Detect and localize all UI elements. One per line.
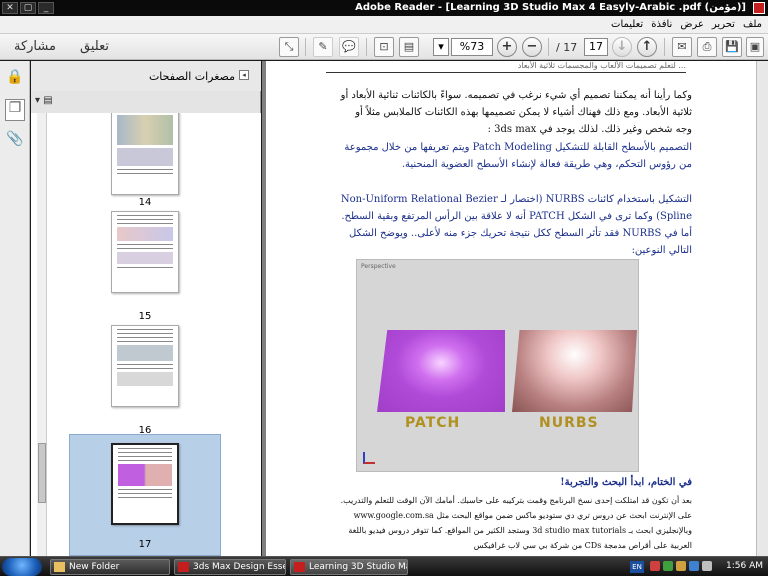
maximize-window-button[interactable]: ▢ <box>20 2 36 14</box>
thumbnails-list[interactable]: 14 15 16 17 <box>31 113 261 556</box>
panel-header: مصغرات الصفحات ◂ <box>31 61 261 91</box>
panel-options-icon[interactable]: ▾ ▤ <box>35 95 53 106</box>
zoom-dropdown-icon[interactable]: ▾ <box>433 38 449 56</box>
task-label: Learning 3D Studio Ma... <box>309 562 407 572</box>
save-icon[interactable]: 💾 <box>722 37 742 57</box>
window-controls: ✕ ▢ _ <box>2 2 54 14</box>
folder-icon <box>54 562 65 572</box>
thumbnail-number: 17 <box>138 539 152 550</box>
start-button[interactable] <box>2 558 42 576</box>
page-thumbnail[interactable] <box>111 113 179 195</box>
toolbar-separator <box>305 38 306 56</box>
share-button[interactable]: مشاركة <box>14 39 56 54</box>
sign-icon[interactable]: ✎ <box>313 37 333 57</box>
tray-app-icon[interactable] <box>676 561 686 571</box>
previous-page-icon[interactable]: ↑ <box>637 37 657 57</box>
email-icon[interactable]: ✉ <box>672 37 692 57</box>
toolbar-separator <box>366 38 367 56</box>
pdf-page: ... لتعلم تصميمات الألعاب والمجسمات ثلاث… <box>266 61 756 556</box>
print-icon[interactable]: ⎙ <box>697 37 717 57</box>
panel-collapse-icon[interactable]: ◂ <box>239 70 249 80</box>
zoom-input[interactable]: %73 <box>451 38 493 56</box>
title-bar: ✕ ▢ _ Adobe Reader - [Learning 3D Studio… <box>0 0 768 16</box>
menu-edit[interactable]: تحرير <box>712 19 735 30</box>
document-scrollbar[interactable] <box>756 61 768 556</box>
navigation-rail: 🔒 ❐ 📎 <box>0 61 30 556</box>
comment-button[interactable]: تعليق <box>80 39 109 54</box>
page-header: ... لتعلم تصميمات الألعاب والمجسمات ثلاث… <box>326 61 686 73</box>
expand-icon[interactable]: ⤡ <box>279 37 299 57</box>
tray-app-icon[interactable] <box>650 561 660 571</box>
pdf-icon <box>294 562 305 572</box>
close-window-button[interactable]: ✕ <box>2 2 18 14</box>
bullet-patch-text: التصميم بالأسطح القابلة للتشكيل Patch Mo… <box>344 142 692 170</box>
toolbar: مشاركة تعليق ⤡ ✎ 💬 ⊡ ▤ ▾ %73 + − / 17 17… <box>0 34 768 60</box>
next-page-icon[interactable]: ↓ <box>612 37 632 57</box>
page-thumbnails-panel: مصغرات الصفحات ◂ ▾ ▤ 14 15 16 17 <box>31 61 261 556</box>
bullet-patch: التصميم بالأسطح القابلة للتشكيل Patch Mo… <box>336 139 692 173</box>
page-total-label: / 17 <box>556 41 578 54</box>
bullet-nurbs-text: التشكيل باستخدام كائنات NURBS (اختصار لـ… <box>340 194 692 256</box>
nurbs-caption: NURBS <box>539 415 599 431</box>
closing-paragraph: بعد أن تكون قد امتلكت إحدى نسخ البرنامج … <box>340 496 692 550</box>
fit-width-icon[interactable]: ▤ <box>399 37 419 57</box>
panel-title: مصغرات الصفحات <box>148 70 235 83</box>
nurbs-surface-image <box>512 330 637 412</box>
minimize-window-button[interactable]: _ <box>38 2 54 14</box>
lock-icon[interactable]: 🔒 <box>5 69 25 91</box>
thumbnail-number: 15 <box>138 311 152 322</box>
menu-help[interactable]: تعليمات <box>611 19 643 30</box>
sticky-note-icon[interactable]: 💬 <box>339 37 359 57</box>
toolbar-separator <box>664 38 665 56</box>
intro-paragraph: وكما رأينا أنه يمكننا تصميم أي شيء نرغب … <box>340 90 692 135</box>
patch-nurbs-figure: Perspective PATCH NURBS <box>356 259 639 472</box>
page-thumbnail[interactable] <box>111 211 179 293</box>
save-copy-icon[interactable]: ▣ <box>746 37 764 57</box>
volume-icon[interactable] <box>702 561 712 571</box>
patch-caption: PATCH <box>405 415 461 431</box>
task-label: 3ds Max Design Essen... <box>193 562 286 572</box>
menu-bar: ملف تحرير عرض نافذة تعليمات <box>0 16 768 34</box>
taskbar: New Folder 3ds Max Design Essen... Learn… <box>0 556 768 576</box>
thumbnail-number: 14 <box>138 197 152 208</box>
clock[interactable]: 1:56 AM <box>726 561 763 571</box>
page-thumbnail[interactable] <box>111 443 179 525</box>
pages-icon[interactable]: ❐ <box>5 99 25 121</box>
task-learning-3d-pdf[interactable]: Learning 3D Studio Ma... <box>290 559 408 575</box>
menu-window[interactable]: نافذة <box>651 19 672 30</box>
patch-surface-image <box>377 330 505 412</box>
document-view[interactable]: ... لتعلم تصميمات الألعاب والمجسمات ثلاث… <box>262 61 768 556</box>
axis-gizmo-icon <box>363 452 375 464</box>
thumbnails-scroll-thumb[interactable] <box>38 443 46 503</box>
task-new-folder[interactable]: New Folder <box>50 559 170 575</box>
language-indicator[interactable]: EN <box>630 561 644 573</box>
pdf-app-icon <box>753 2 765 14</box>
task-3ds-max-pdf[interactable]: 3ds Max Design Essen... <box>174 559 286 575</box>
bullet-nurbs: التشكيل باستخدام كائنات NURBS (اختصار لـ… <box>336 191 692 259</box>
pdf-icon <box>178 562 189 572</box>
zoom-out-button[interactable]: − <box>522 37 542 57</box>
toolbar-separator <box>548 38 549 56</box>
window-title: Adobe Reader - [Learning 3D Studio Max 4… <box>355 2 746 13</box>
menu-file[interactable]: ملف <box>743 19 762 30</box>
section-title: في الختام، ابدأ البحث والتجربة! <box>560 477 692 488</box>
tray-app-icon[interactable] <box>663 561 673 571</box>
menu-view[interactable]: عرض <box>680 19 704 30</box>
page-thumbnail[interactable] <box>111 325 179 407</box>
attachments-icon[interactable]: 📎 <box>5 131 25 153</box>
viewport-label: Perspective <box>361 263 396 270</box>
system-tray <box>650 561 712 571</box>
page-number-input[interactable]: 17 <box>584 38 608 56</box>
task-label: New Folder <box>69 562 120 572</box>
zoom-in-button[interactable]: + <box>497 37 517 57</box>
network-icon[interactable] <box>689 561 699 571</box>
fit-page-icon[interactable]: ⊡ <box>374 37 394 57</box>
